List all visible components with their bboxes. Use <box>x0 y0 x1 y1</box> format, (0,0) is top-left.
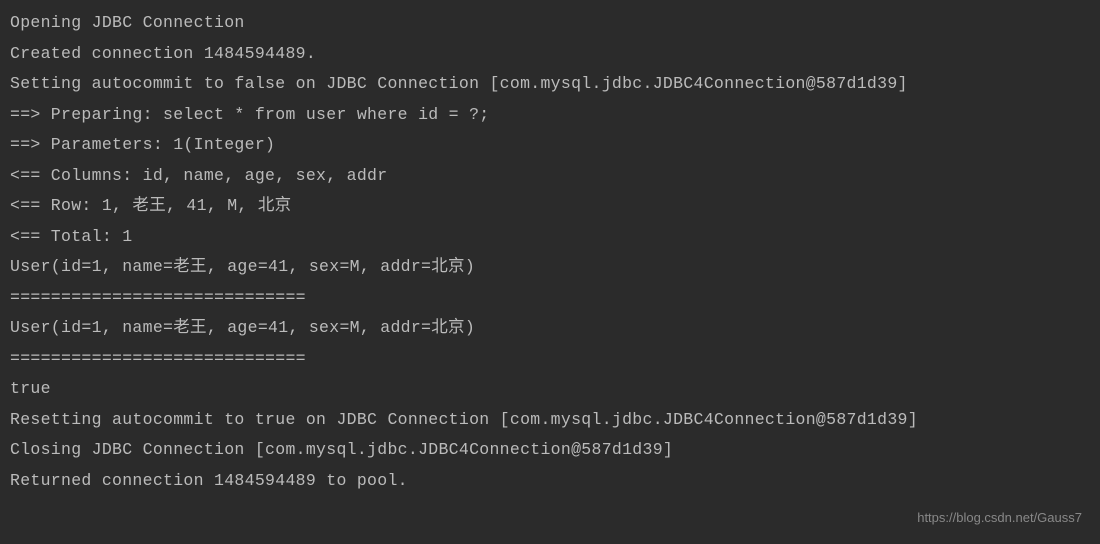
log-line: <== Columns: id, name, age, sex, addr <box>10 161 1090 192</box>
log-line: User(id=1, name=老王, age=41, sex=M, addr=… <box>10 252 1090 283</box>
log-line: ============================= <box>10 344 1090 375</box>
log-line: ==> Parameters: 1(Integer) <box>10 130 1090 161</box>
log-line: Closing JDBC Connection [com.mysql.jdbc.… <box>10 435 1090 466</box>
log-line: <== Total: 1 <box>10 222 1090 253</box>
log-line: Returned connection 1484594489 to pool. <box>10 466 1090 497</box>
log-line: Resetting autocommit to true on JDBC Con… <box>10 405 1090 436</box>
log-line: User(id=1, name=老王, age=41, sex=M, addr=… <box>10 313 1090 344</box>
log-line: Created connection 1484594489. <box>10 39 1090 70</box>
log-line: Opening JDBC Connection <box>10 8 1090 39</box>
log-line: ============================= <box>10 283 1090 314</box>
log-line: ==> Preparing: select * from user where … <box>10 100 1090 131</box>
log-line: Setting autocommit to false on JDBC Conn… <box>10 69 1090 100</box>
watermark-text: https://blog.csdn.net/Gauss7 <box>917 506 1082 530</box>
log-line: <== Row: 1, 老王, 41, M, 北京 <box>10 191 1090 222</box>
log-line: true <box>10 374 1090 405</box>
console-output: Opening JDBC Connection Created connecti… <box>10 8 1090 496</box>
